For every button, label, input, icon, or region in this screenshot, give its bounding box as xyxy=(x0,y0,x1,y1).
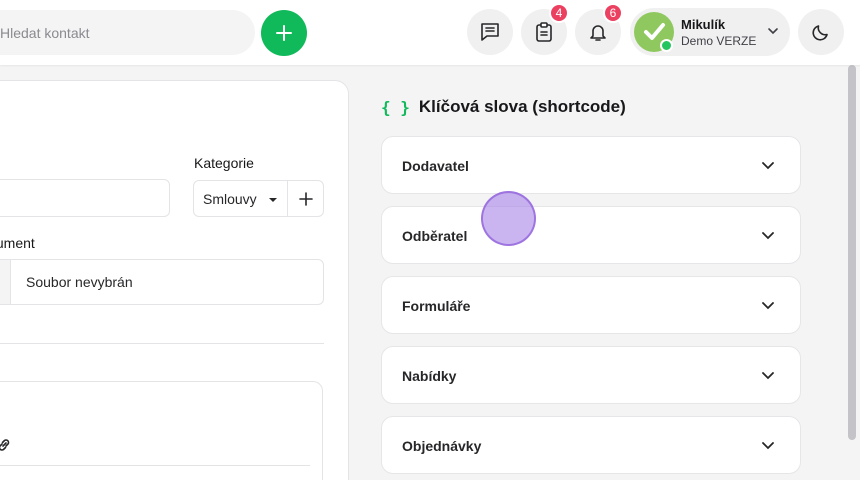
shortcodes-title-text: Klíčová slova (shortcode) xyxy=(418,97,626,116)
document-label: Dokument xyxy=(0,235,35,251)
moon-icon xyxy=(812,25,828,41)
add-category-button[interactable] xyxy=(287,180,324,217)
search-input[interactable]: Hledat kontakt xyxy=(0,10,255,55)
notifications-button[interactable]: 6 xyxy=(575,3,623,55)
name-field[interactable] xyxy=(0,179,170,217)
link-icon[interactable] xyxy=(0,437,12,453)
file-status: Soubor nevybrán xyxy=(26,274,133,290)
search-placeholder: Hledat kontakt xyxy=(0,24,90,41)
user-menu[interactable]: Mikulík Demo VERZE xyxy=(630,8,790,56)
shortcodes-title: { } Klíčová slova (shortcode) xyxy=(381,97,626,117)
top-bar: Hledat kontakt 4 6 Mikulík Demo VERZE xyxy=(0,0,860,65)
accordion-nabidky[interactable]: Nabídky xyxy=(381,346,801,404)
accordion-label: Objednávky xyxy=(402,438,482,454)
theme-toggle-button[interactable] xyxy=(798,9,844,55)
add-contact-button[interactable] xyxy=(261,10,307,56)
caret-down-icon xyxy=(269,198,277,202)
file-input[interactable]: Soubor nevybrán xyxy=(0,259,324,305)
category-value: Smlouvy xyxy=(203,190,257,207)
notifications-badge: 6 xyxy=(603,3,623,23)
online-status-dot xyxy=(660,39,673,52)
bell-icon xyxy=(590,25,606,41)
accordion-label: Formuláře xyxy=(402,298,471,314)
divider xyxy=(0,465,310,466)
choose-file-button[interactable] xyxy=(0,260,11,304)
user-role: Demo VERZE xyxy=(681,34,757,48)
chevron-down-icon xyxy=(768,28,778,35)
category-label: Kategorie xyxy=(194,155,254,171)
divider xyxy=(0,343,324,344)
accordion-dodavatel[interactable]: Dodavatel xyxy=(381,136,801,194)
chevron-down-icon xyxy=(762,302,774,310)
chevron-down-icon xyxy=(762,372,774,380)
code-braces-icon: { } xyxy=(381,97,410,117)
accordion-label: Odběratel xyxy=(402,228,468,244)
accordion-label: Nabídky xyxy=(402,368,457,384)
accordion-label: Dodavatel xyxy=(402,158,469,174)
scrollbar[interactable] xyxy=(848,65,856,440)
notes-button[interactable]: 4 xyxy=(521,3,569,55)
plus-icon xyxy=(276,25,292,41)
message-list-icon xyxy=(481,23,499,41)
chevron-down-icon xyxy=(762,162,774,170)
chevron-down-icon xyxy=(762,232,774,240)
clipboard-icon xyxy=(536,22,552,42)
chevron-down-icon xyxy=(762,442,774,450)
accordion-odberatel[interactable]: Odběratel xyxy=(381,206,801,264)
accordion-objednavky[interactable]: Objednávky xyxy=(381,416,801,474)
messages-button[interactable] xyxy=(467,9,513,55)
accordion-formulare[interactable]: Formuláře xyxy=(381,276,801,334)
notes-badge: 4 xyxy=(549,3,569,23)
category-select[interactable]: Smlouvy xyxy=(193,180,288,217)
user-name: Mikulík xyxy=(681,17,726,32)
plus-icon xyxy=(298,191,313,206)
cursor-indicator xyxy=(481,191,536,246)
